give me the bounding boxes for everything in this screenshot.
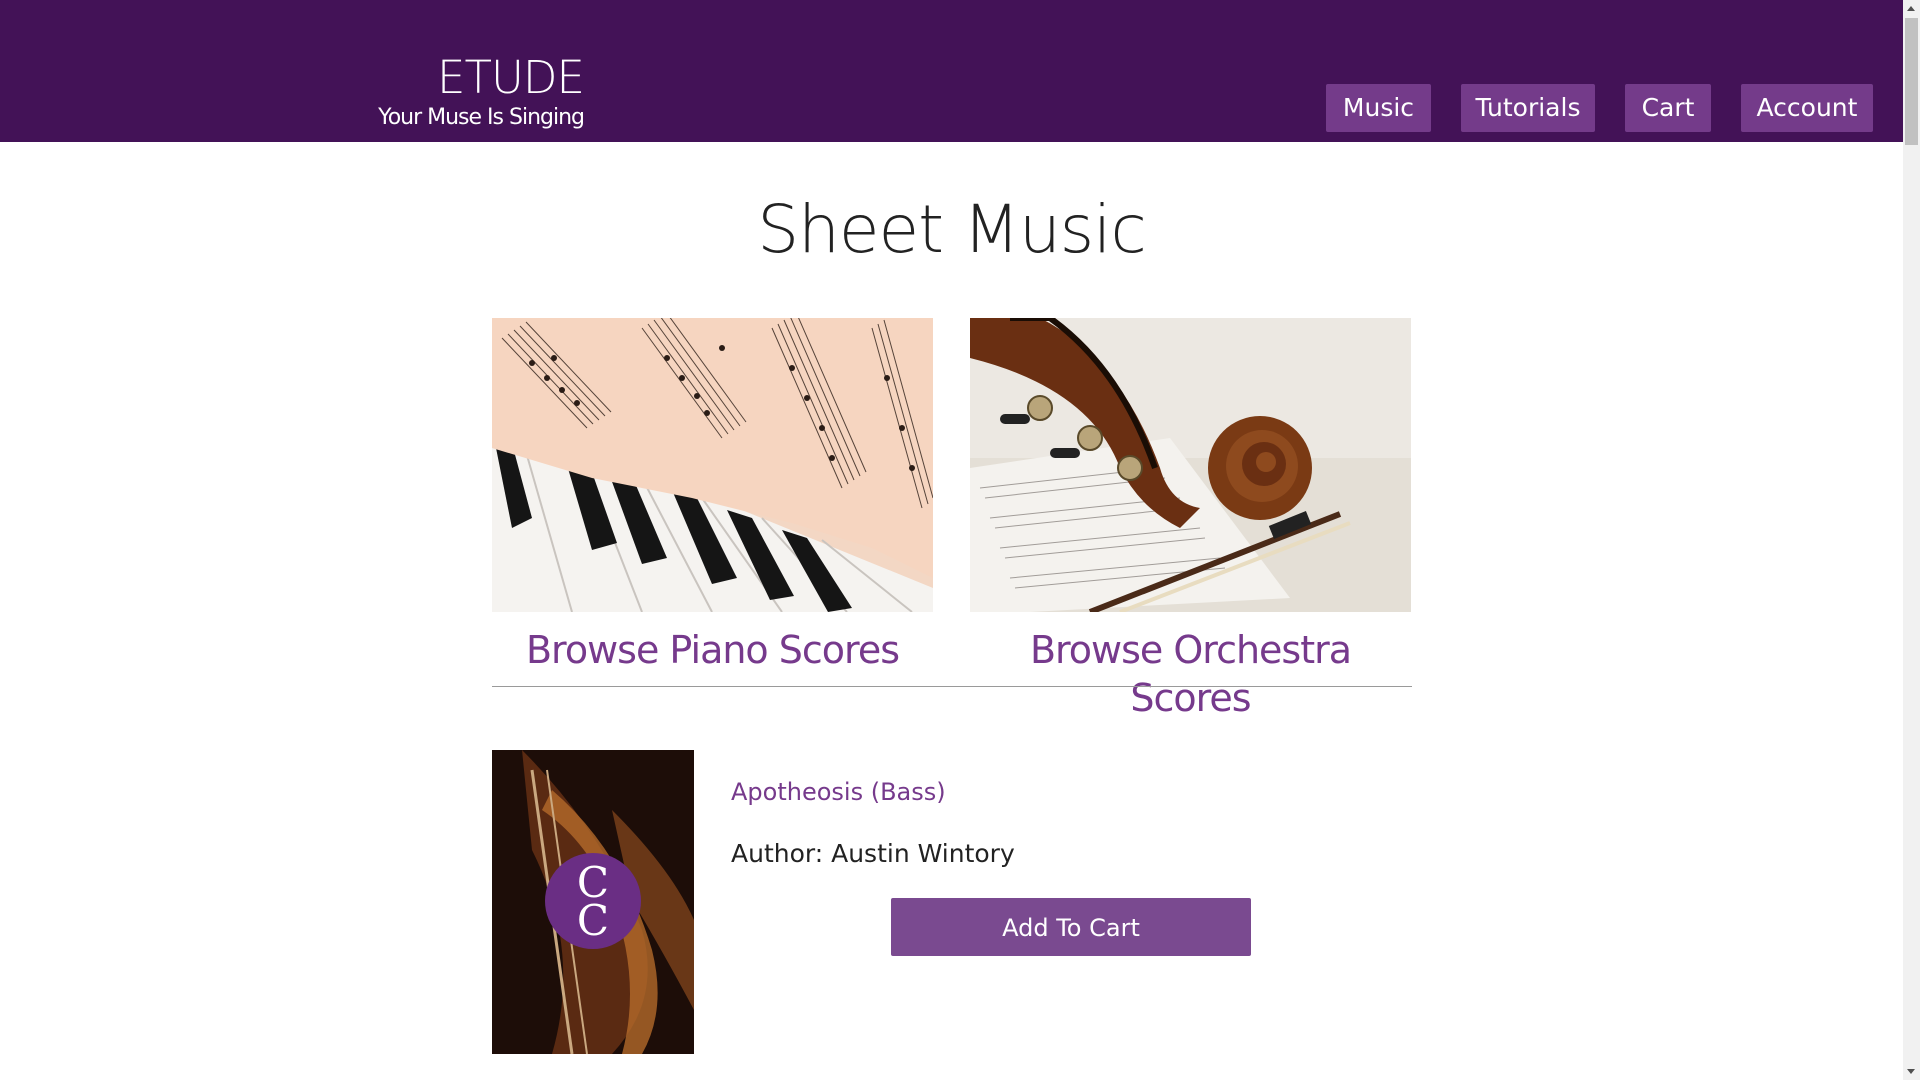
brand[interactable]: ETUDE Your Muse Is Singing: [378, 50, 585, 132]
page-title: Sheet Music: [757, 191, 1147, 268]
add-to-cart-button[interactable]: Add To Cart: [891, 898, 1251, 956]
nav-music[interactable]: Music: [1326, 84, 1431, 132]
nav-account[interactable]: Account: [1741, 84, 1873, 132]
product-cover-image[interactable]: C C: [492, 750, 694, 1054]
brand-title: ETUDE: [437, 51, 585, 104]
vertical-scrollbar[interactable]: [1903, 0, 1920, 1080]
scroll-up-arrow-icon[interactable]: [1903, 0, 1920, 17]
svg-text:C: C: [577, 896, 609, 945]
piano-sheet-music-image[interactable]: [492, 318, 933, 612]
browse-orchestra-scores-link[interactable]: Browse Orchestra Scores: [970, 626, 1411, 722]
brand-tagline: Your Muse Is Singing: [378, 105, 585, 130]
cello-scroll-image[interactable]: [970, 318, 1411, 612]
scrollbar-thumb[interactable]: [1905, 18, 1918, 145]
nav-tutorials[interactable]: Tutorials: [1461, 84, 1595, 132]
orchestra-scores-card: Browse Orchestra Scores: [970, 318, 1411, 722]
browse-piano-scores-link[interactable]: Browse Piano Scores: [492, 626, 933, 674]
scroll-down-arrow-icon[interactable]: [1903, 1063, 1920, 1080]
site-header: ETUDE Your Muse Is Singing Music Tutoria…: [0, 0, 1903, 142]
nav-cart[interactable]: Cart: [1625, 84, 1711, 132]
product-title-link[interactable]: Apotheosis (Bass): [731, 776, 946, 808]
page: ETUDE Your Muse Is Singing Music Tutoria…: [0, 0, 1903, 1080]
section-divider: [492, 686, 1412, 687]
piano-scores-card: Browse Piano Scores: [492, 318, 933, 674]
product-author: Author: Austin Wintory: [731, 839, 1015, 868]
